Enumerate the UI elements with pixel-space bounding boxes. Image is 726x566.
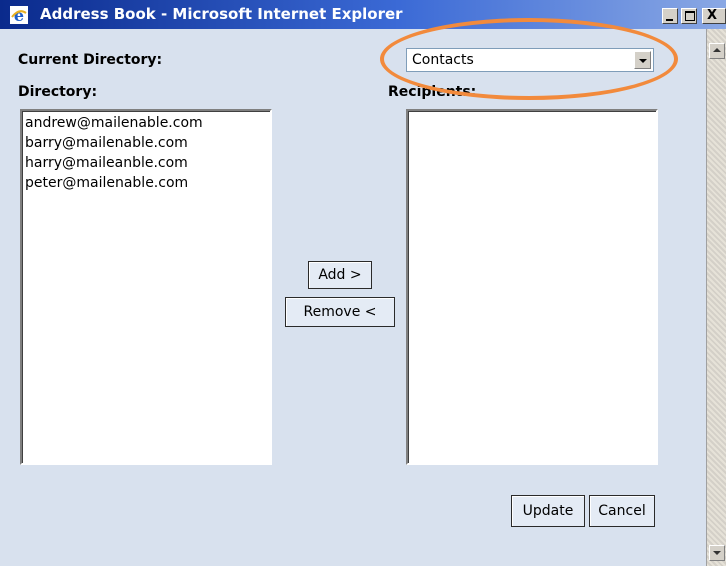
current-directory-value: Contacts (412, 52, 474, 68)
remove-button[interactable]: Remove < (285, 297, 395, 327)
current-directory-label: Current Directory: (18, 52, 163, 68)
scroll-down-icon[interactable] (709, 545, 725, 561)
directory-label: Directory: (18, 84, 98, 100)
recipients-list[interactable] (406, 109, 658, 465)
window-title: Address Book - Microsoft Internet Explor… (40, 5, 403, 23)
list-item[interactable]: barry@mailenable.com (25, 133, 270, 153)
list-item[interactable]: harry@maileanble.com (25, 153, 270, 173)
window-left-edge (0, 29, 10, 566)
ie-icon: e (10, 6, 28, 24)
svg-text:e: e (14, 6, 24, 24)
list-item[interactable]: peter@mailenable.com (25, 173, 270, 193)
current-directory-select[interactable]: Contacts (406, 48, 654, 72)
address-book-window: e Address Book - Microsoft Internet Expl… (0, 0, 726, 566)
close-button[interactable]: X (702, 8, 726, 24)
minimize-button[interactable] (662, 8, 678, 24)
scroll-up-icon[interactable] (709, 43, 725, 59)
vertical-scrollbar[interactable] (706, 29, 726, 566)
maximize-button[interactable] (681, 8, 697, 24)
recipients-label: Recipients: (388, 84, 477, 100)
update-button[interactable]: Update (511, 495, 585, 527)
list-item[interactable]: andrew@mailenable.com (25, 113, 270, 133)
cancel-button[interactable]: Cancel (589, 495, 655, 527)
close-icon: X (707, 8, 718, 23)
add-button[interactable]: Add > (308, 261, 372, 289)
directory-list[interactable]: andrew@mailenable.com barry@mailenable.c… (20, 109, 272, 465)
chevron-down-icon[interactable] (634, 51, 651, 69)
title-bar[interactable]: e Address Book - Microsoft Internet Expl… (0, 0, 726, 29)
